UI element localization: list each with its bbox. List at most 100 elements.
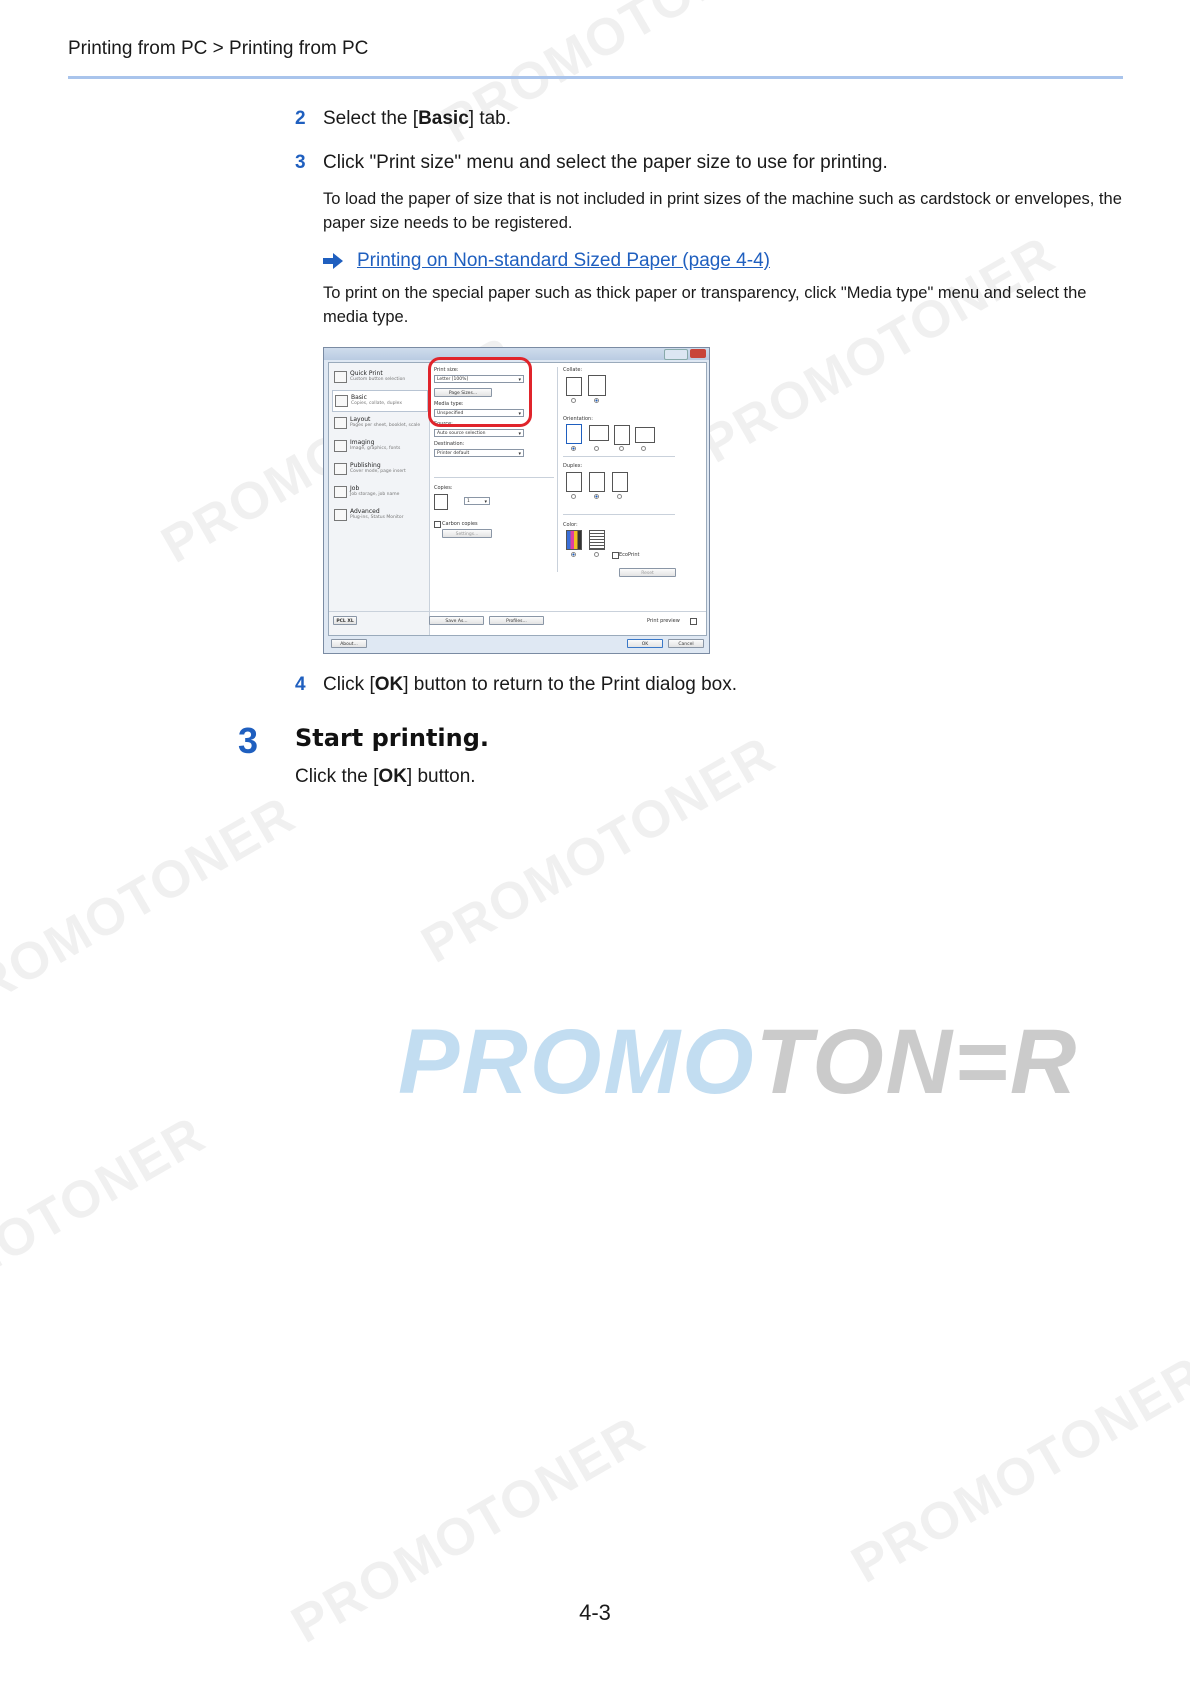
sidebar-item-label: Job [350,485,360,492]
minimize-maximize-icon [664,349,688,360]
section-title: Start printing. [295,724,490,752]
radio-selected [594,398,599,403]
divider [434,477,554,478]
job-icon [334,486,347,498]
radio [571,398,576,403]
radio [641,446,646,451]
sidebar-item-label: Advanced [350,508,380,515]
radio-selected [594,494,599,499]
link-label[interactable]: Printing on Non-standard Sized Paper (pa… [357,250,770,272]
divider [563,456,675,457]
radio-selected [571,446,576,451]
divider [563,514,675,515]
about-button: About... [331,639,367,648]
portrait-rotated-icon [614,425,630,445]
radio [594,446,599,451]
sidebar-item-sub: Custom button selection [350,377,406,382]
ok-button: OK [627,639,663,648]
cancel-button: Cancel [668,639,704,648]
sidebar-item-basic: Basic Copies, collate, duplex [332,390,428,412]
section-text: Click the [OK] button. [295,766,476,787]
sidebar-item-label: Publishing [350,462,381,469]
ecoprint-checkbox [612,552,619,559]
promotoner-logo: PROMOTON=R [398,1011,1079,1113]
note-text: To load the paper of size that is not in… [323,190,1122,232]
radio [619,446,624,451]
sidebar-item-label: Quick Print [350,370,383,377]
sidebar-item-job: Job Job storage, job name [332,482,426,502]
carbon-copies-label: Carbon copies [442,521,478,527]
radio [617,494,622,499]
sidebar-item-sub: Job storage, job name [350,492,400,497]
watermark: PROMOTONER [0,785,306,1035]
sidebar-item-label: Basic [351,394,367,401]
sidebar-item-quick-print: Quick Print Custom button selection [332,367,426,387]
destination-label: Destination: [434,441,465,447]
print-preview-label: Print preview [647,618,680,624]
sidebar-item-sub: Pages per sheet, booklet, scale [350,423,421,428]
color-mode-icon [566,530,582,550]
landscape-rotated-icon [635,427,655,443]
radio [571,494,576,499]
step-text: Click "Print size" menu and select the p… [323,152,888,173]
basic-icon [335,395,348,407]
divider [329,611,706,612]
collate-label: Collate: [563,367,583,373]
color-label: Color: [563,522,578,528]
source-dropdown: Auto source selection [434,429,524,438]
ecoprint-label: EcoPrint [619,552,640,558]
orientation-label: Orientation: [563,416,593,422]
radio-selected [571,552,576,557]
pcl-xl-badge: PCL XL [333,616,357,625]
destination-dropdown: Printer default [434,449,524,458]
header-divider [68,76,1123,79]
sidebar-item-label: Imaging [350,439,375,446]
sidebar-item-imaging: Imaging Image, graphics, fonts [332,436,426,456]
duplex-short-icon [612,472,628,492]
sidebar-item-sub: Cover mode, page insert [350,469,406,474]
sidebar-item-sub: Plug-ins, Status Monitor [350,515,404,520]
collated-icon [588,375,606,396]
sidebar-item-sub: Image, graphics, fonts [350,446,401,451]
advanced-icon [334,509,347,521]
step-text: Click [OK] button to return to the Print… [323,674,737,695]
simplex-icon [566,472,582,492]
duplex-long-icon [589,472,605,492]
duplex-label: Duplex: [563,463,583,469]
sidebar-item-sub: Copies, collate, duplex [351,401,403,406]
carbon-copies-checkbox [434,521,441,528]
sidebar-item-layout: Layout Pages per sheet, booklet, scale [332,413,426,433]
cross-reference-link[interactable]: Printing on Non-standard Sized Paper (pa… [323,250,770,272]
highlight-circle [428,357,532,427]
profiles-button: Profiles... [489,616,544,625]
section-number: 3 [238,720,259,761]
sidebar-item-advanced: Advanced Plug-ins, Status Monitor [332,505,426,525]
step-number: 4 [295,674,306,695]
sidebar-item-label: Layout [350,416,371,423]
close-icon [690,349,706,358]
portrait-icon [566,424,582,444]
print-preview-checkbox [690,618,697,625]
page-number: 4-3 [579,1600,611,1625]
watermark: PROMOTONER [842,1345,1190,1595]
breadcrumb: Printing from PC > Printing from PC [68,38,369,59]
copies-spinner: 1 [464,497,490,506]
printing-preferences-screenshot: Quick Print Custom button selection Basi… [323,347,710,654]
copies-label: Copies: [434,485,453,491]
reset-button: Reset [619,568,676,577]
arrow-right-icon [323,253,343,269]
imaging-icon [334,440,347,452]
step-number: 3 [295,152,306,173]
uncollated-icon [566,377,582,396]
black-white-icon [589,530,605,550]
quick-print-icon [334,371,347,383]
divider [557,367,558,572]
settings-button: Settings... [442,529,492,538]
sidebar-item-publishing: Publishing Cover mode, page insert [332,459,426,479]
save-as-button: Save As... [429,616,484,625]
note-text: To print on the special paper such as th… [323,284,1087,326]
watermark: PROMOTONER [412,725,786,975]
sidebar: Quick Print Custom button selection Basi… [329,363,430,635]
step-text: Select the [Basic] tab. [323,108,512,129]
step-number: 2 [295,108,306,129]
